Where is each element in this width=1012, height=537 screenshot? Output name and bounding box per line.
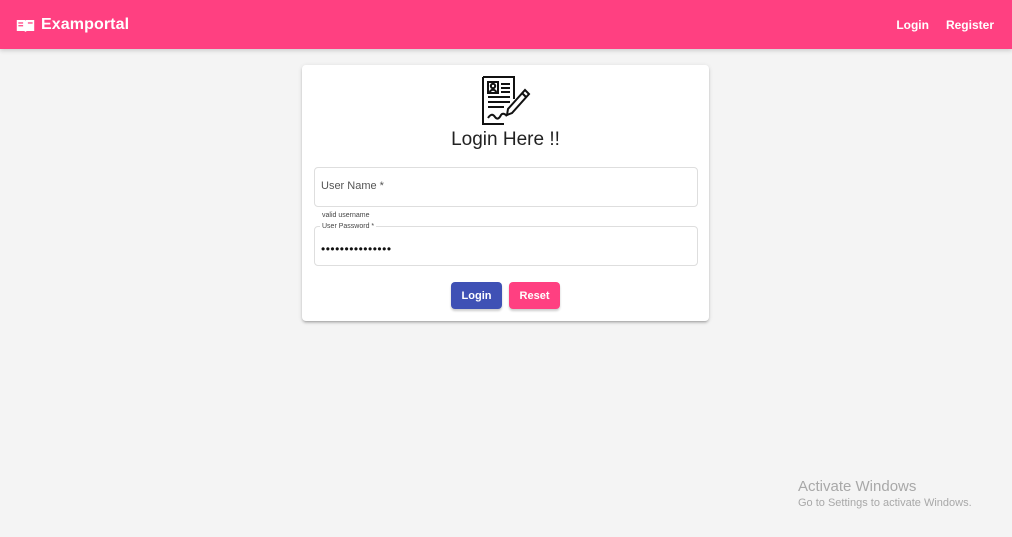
username-hint: valid username xyxy=(322,212,370,219)
watermark-subtitle: Go to Settings to activate Windows. xyxy=(798,497,972,509)
brand[interactable]: Examportal xyxy=(16,0,129,49)
nav-register-link[interactable]: Register xyxy=(946,18,994,32)
password-label: User Password * xyxy=(320,223,377,230)
top-toolbar: Examportal Login Register xyxy=(0,0,1012,49)
top-nav: Login Register xyxy=(896,0,994,49)
login-button[interactable]: Login xyxy=(451,282,502,309)
login-card: Login Here !! valid username User Passwo… xyxy=(302,65,709,321)
password-input[interactable] xyxy=(315,227,697,267)
username-field xyxy=(314,167,698,207)
brand-title: Examportal xyxy=(41,15,130,33)
nav-login-link[interactable]: Login xyxy=(896,18,929,32)
activate-windows-watermark: Activate Windows Go to Settings to activ… xyxy=(798,478,972,509)
document-edit-icon xyxy=(482,76,531,125)
book-icon xyxy=(16,19,35,32)
password-field xyxy=(314,226,698,267)
login-title: Login Here !! xyxy=(451,129,560,150)
reset-button[interactable]: Reset xyxy=(509,282,560,309)
watermark-title: Activate Windows xyxy=(798,478,917,495)
username-input[interactable] xyxy=(315,168,697,204)
